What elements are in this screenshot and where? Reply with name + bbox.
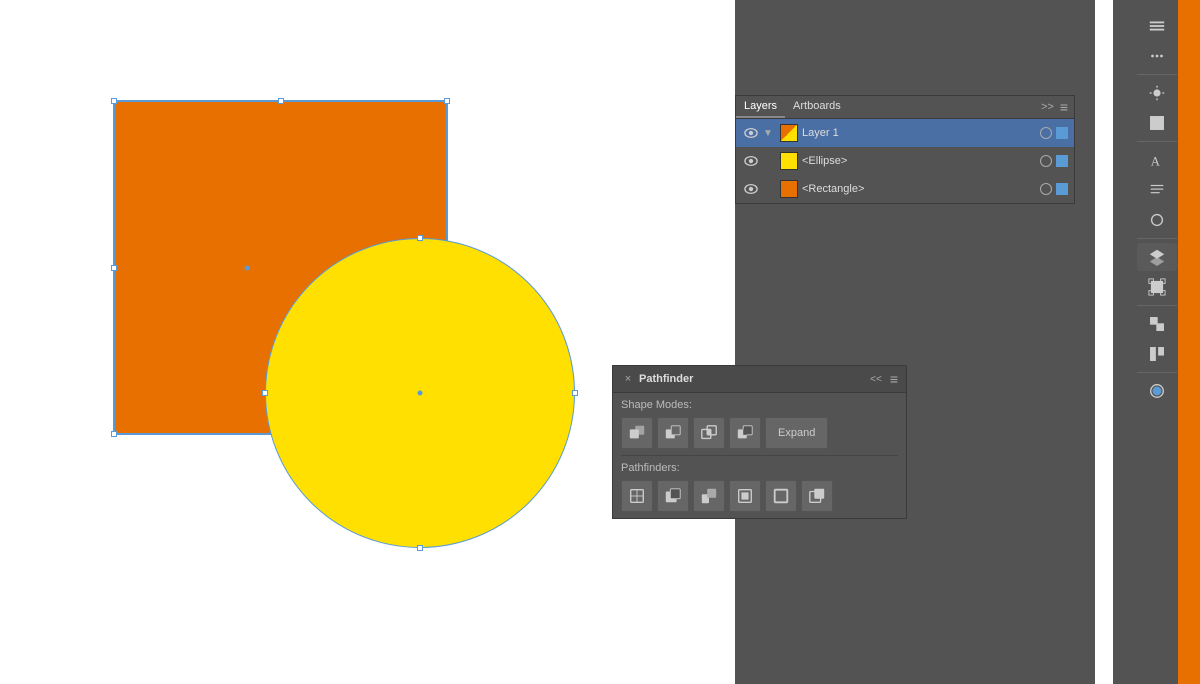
handle-bl[interactable] <box>111 431 117 437</box>
pathfinder-close-button[interactable]: × <box>621 372 635 386</box>
tab-layers[interactable]: Layers <box>736 96 785 118</box>
layers-expand-icon[interactable]: >> <box>1041 101 1054 113</box>
pathfinder-menu-button[interactable]: ≡ <box>890 371 898 387</box>
pathfinder-header-left: × Pathfinder <box>621 372 693 386</box>
sidebar-icon-layers2[interactable] <box>1137 243 1177 271</box>
sidebar-divider-4 <box>1137 305 1177 306</box>
intersect-button[interactable] <box>693 417 725 449</box>
circle-handle-ml[interactable] <box>262 390 268 396</box>
sidebar-icon-options[interactable] <box>1137 42 1177 70</box>
rect-icons <box>1040 183 1068 195</box>
circle-handle-tm[interactable] <box>417 235 423 241</box>
rect-thumbnail <box>780 180 798 198</box>
sidebar-divider-3 <box>1137 238 1177 239</box>
sidebar-icon-paragraph[interactable] <box>1137 176 1177 204</box>
divide-button[interactable] <box>621 480 653 512</box>
circle-center-dot <box>418 391 423 396</box>
outline-button[interactable] <box>765 480 797 512</box>
sidebar-divider-2 <box>1137 141 1177 142</box>
rect-name: <Rectangle> <box>802 183 1040 195</box>
handle-ml[interactable] <box>111 265 117 271</box>
right-sidebar: A <box>1113 0 1200 684</box>
handle-tr[interactable] <box>444 98 450 104</box>
layers-tab-bar: Layers Artboards >> ≡ <box>736 96 1074 119</box>
layer1-visibility-icon[interactable] <box>742 124 760 142</box>
exclude-button[interactable] <box>729 417 761 449</box>
layers-tab-icons: >> ≡ <box>1041 99 1074 115</box>
pathfinders-buttons <box>621 480 898 512</box>
layer1-expand-arrow[interactable]: ▼ <box>760 125 776 141</box>
minus-front-button[interactable] <box>657 417 689 449</box>
sidebar-icon-type[interactable]: A <box>1137 146 1177 174</box>
handle-tm[interactable] <box>278 98 284 104</box>
pathfinder-panel: × Pathfinder << ≡ Shape Modes: <box>612 365 907 519</box>
layer-row-rectangle[interactable]: <Rectangle> <box>736 175 1074 203</box>
circle-handle-mr[interactable] <box>572 390 578 396</box>
layer1-icons <box>1040 127 1068 139</box>
merge-button[interactable] <box>693 480 725 512</box>
layers-panel: Layers Artboards >> ≡ ▼ Layer 1 <box>735 95 1075 204</box>
layer-row-1[interactable]: ▼ Layer 1 <box>736 119 1074 147</box>
ellipse-select-icon[interactable] <box>1056 155 1068 167</box>
sidebar-icon-layers[interactable] <box>1137 12 1177 40</box>
sidebar-icon-artboard[interactable] <box>1137 273 1177 301</box>
ellipse-thumbnail <box>780 152 798 170</box>
layer1-target-icon[interactable] <box>1040 127 1052 139</box>
sidebar-divider-5 <box>1137 372 1177 373</box>
rect-select-icon[interactable] <box>1056 183 1068 195</box>
ellipse-icons <box>1040 155 1068 167</box>
rect-center-dot <box>245 265 250 270</box>
sidebar-icon-char[interactable] <box>1137 206 1177 234</box>
sidebar-icon-color[interactable] <box>1137 377 1177 405</box>
sidebar-icon-align[interactable] <box>1137 109 1177 137</box>
expand-button[interactable]: Expand <box>765 417 828 449</box>
layer1-thumbnail <box>780 124 798 142</box>
svg-text:A: A <box>1150 154 1159 168</box>
ellipse-visibility-icon[interactable] <box>742 152 760 170</box>
pathfinders-label: Pathfinders: <box>621 462 898 474</box>
pathfinders-section: Pathfinders: <box>613 456 906 518</box>
crop-button[interactable] <box>729 480 761 512</box>
pathfinder-collapse-button[interactable]: << <box>870 374 882 385</box>
unite-button[interactable] <box>621 417 653 449</box>
sidebar-icon-info[interactable] <box>1137 340 1177 368</box>
pathfinder-title: Pathfinder <box>639 373 693 385</box>
layer1-select-icon[interactable] <box>1056 127 1068 139</box>
ellipse-target-icon[interactable] <box>1040 155 1052 167</box>
minus-back-button[interactable] <box>801 480 833 512</box>
layers-menu-icon[interactable]: ≡ <box>1060 99 1068 115</box>
pathfinder-header: × Pathfinder << ≡ <box>613 366 906 393</box>
sidebar-divider-1 <box>1137 74 1177 75</box>
layer-row-ellipse[interactable]: <Ellipse> <box>736 147 1074 175</box>
tab-artboards[interactable]: Artboards <box>785 96 849 118</box>
canvas-area: Layers Artboards >> ≡ ▼ Layer 1 <box>0 0 1113 684</box>
sidebar-icon-transform[interactable] <box>1137 310 1177 338</box>
ellipse-name: <Ellipse> <box>802 155 1040 167</box>
shape-modes-label: Shape Modes: <box>621 399 898 411</box>
shape-modes-section: Shape Modes: Expand <box>613 393 906 455</box>
shape-modes-buttons: Expand <box>621 417 898 449</box>
rect-visibility-icon[interactable] <box>742 180 760 198</box>
yellow-ellipse[interactable] <box>265 238 575 548</box>
circle-handle-bm[interactable] <box>417 545 423 551</box>
rect-target-icon[interactable] <box>1040 183 1052 195</box>
handle-tl[interactable] <box>111 98 117 104</box>
layer1-name: Layer 1 <box>802 127 1040 139</box>
sidebar-icon-sun[interactable] <box>1137 79 1177 107</box>
trim-button[interactable] <box>657 480 689 512</box>
pathfinder-header-right: << ≡ <box>870 371 898 387</box>
